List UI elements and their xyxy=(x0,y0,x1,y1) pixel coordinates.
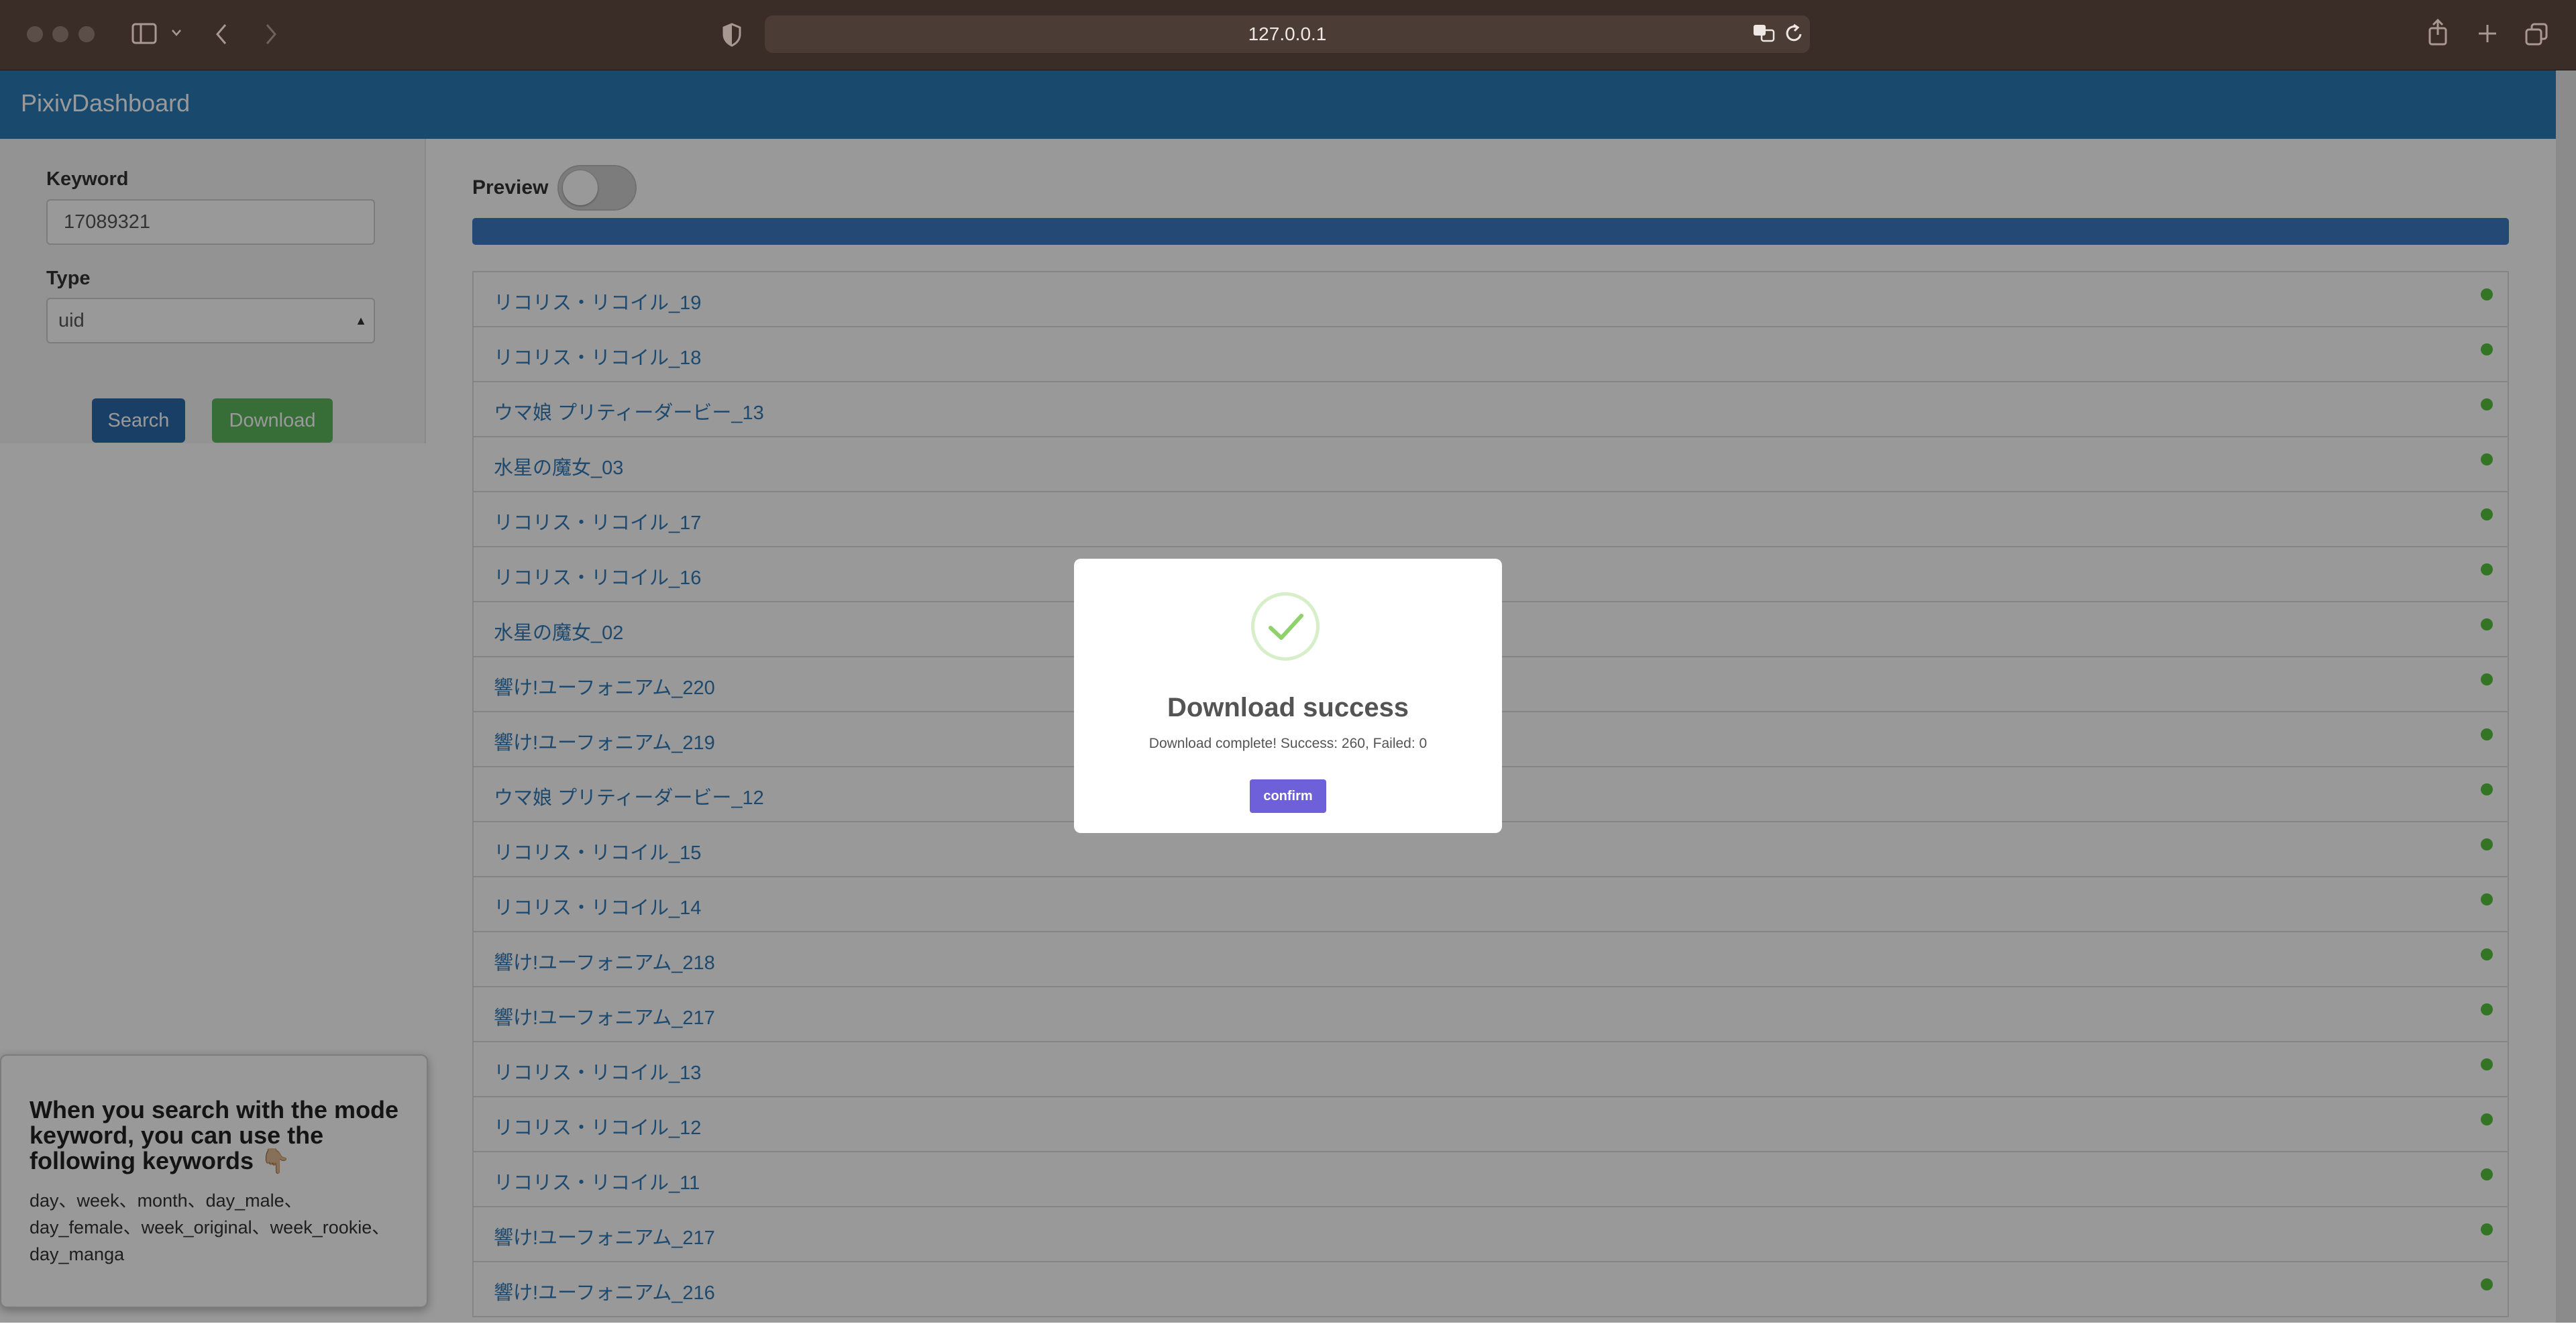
share-icon[interactable] xyxy=(2427,19,2449,46)
window-close-button[interactable] xyxy=(27,26,43,42)
shield-icon[interactable] xyxy=(722,23,742,47)
checkmark-icon xyxy=(1269,614,1303,640)
tab-overview-icon[interactable] xyxy=(2525,23,2548,46)
back-arrow-icon[interactable] xyxy=(215,23,228,46)
translate-icon[interactable] xyxy=(1752,23,1776,43)
window-minimize-button[interactable] xyxy=(52,26,68,42)
confirm-button[interactable]: confirm xyxy=(1250,779,1326,813)
address-bar[interactable]: 127.0.0.1 xyxy=(765,15,1810,53)
download-success-dialog: Download success Download complete! Succ… xyxy=(1074,559,1502,833)
url-text: 127.0.0.1 xyxy=(1248,23,1327,44)
success-icon-ring xyxy=(1251,592,1320,661)
forward-arrow-icon[interactable] xyxy=(264,23,278,46)
new-tab-icon[interactable] xyxy=(2477,23,2498,44)
window-zoom-button[interactable] xyxy=(78,26,95,42)
reload-icon[interactable] xyxy=(1784,23,1805,44)
dialog-message: Download complete! Success: 260, Failed:… xyxy=(1148,736,1428,751)
chevron-down-icon[interactable] xyxy=(171,28,182,38)
browser-toolbar: 127.0.0.1 xyxy=(0,0,2576,70)
dialog-title: Download success xyxy=(1167,693,1409,722)
sidebar-toggle-icon[interactable] xyxy=(131,23,157,44)
